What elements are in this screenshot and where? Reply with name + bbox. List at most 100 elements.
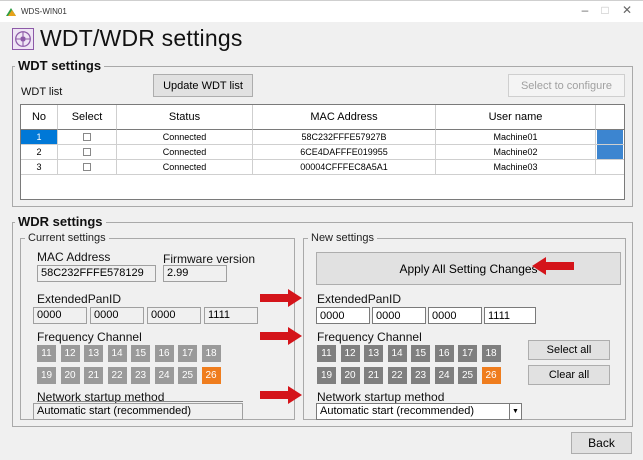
current-channel-14: 14 <box>107 345 127 362</box>
wdt-table: No Select Status MAC Address User name 1… <box>20 104 625 200</box>
current-channel-12: 12 <box>60 345 80 362</box>
col-header-status: Status <box>117 105 253 130</box>
update-wdt-list-button[interactable]: Update WDT list <box>153 74 253 97</box>
new-channel-15[interactable]: 15 <box>411 345 430 362</box>
new-startup-label: Network startup method <box>317 390 445 404</box>
current-channel-20: 20 <box>60 367 80 384</box>
clear-all-button[interactable]: Clear all <box>528 365 610 385</box>
row-user: Machine02 <box>436 145 596 160</box>
col-header-select: Select <box>58 105 117 130</box>
close-button[interactable]: ✕ <box>620 3 634 17</box>
new-channel-17[interactable]: 17 <box>458 345 477 362</box>
new-pan-input-4[interactable] <box>484 307 536 324</box>
new-channel-24[interactable]: 24 <box>434 367 454 384</box>
row-mac: 6CE4DAFFFE019955 <box>253 145 436 160</box>
row-select-checkbox[interactable] <box>83 163 91 171</box>
current-pan-field: 0000 <box>33 307 87 324</box>
current-pan-field: 0000 <box>147 307 201 324</box>
row-mac: 00004CFFFEC8A5A1 <box>253 160 436 175</box>
row-no: 3 <box>21 160 58 175</box>
col-header-action <box>596 105 624 130</box>
new-channel-20[interactable]: 20 <box>340 367 360 384</box>
col-header-mac: MAC Address <box>253 105 436 130</box>
new-channel-25[interactable]: 25 <box>458 367 477 384</box>
arrow-right-icon <box>260 386 302 404</box>
current-channel-16: 16 <box>154 345 174 362</box>
current-channel-15: 15 <box>131 345 150 362</box>
row-user: Machine03 <box>436 160 596 175</box>
new-pan-label: ExtendedPanID <box>317 292 402 306</box>
new-channel-18[interactable]: 18 <box>481 345 501 362</box>
arrow-left-icon <box>532 257 574 275</box>
back-button[interactable]: Back <box>571 432 632 454</box>
new-channel-16[interactable]: 16 <box>434 345 454 362</box>
row-select-checkbox[interactable] <box>83 133 91 141</box>
new-pan-input-3[interactable] <box>428 307 482 324</box>
new-pan-input-1[interactable] <box>316 307 370 324</box>
current-channel-23: 23 <box>131 367 150 384</box>
current-startup-value: Automatic start (recommended) <box>33 403 243 420</box>
maximize-button[interactable]: □ <box>598 3 612 17</box>
current-channel-26: 26 <box>201 367 221 384</box>
current-channel-21: 21 <box>84 367 103 384</box>
title-bar: WDS-WIN01 – □ ✕ <box>0 0 643 22</box>
row-action-cell <box>596 130 624 145</box>
current-channel-11: 11 <box>37 345 56 362</box>
current-channel-22: 22 <box>107 367 127 384</box>
row-action-button[interactable] <box>597 130 623 144</box>
new-channel-11[interactable]: 11 <box>317 345 336 362</box>
current-channel-19: 19 <box>37 367 56 384</box>
current-settings-label: Current settings <box>25 232 109 244</box>
row-action-cell <box>596 160 624 175</box>
table-row[interactable]: 3 Connected 00004CFFFEC8A5A1 Machine03 <box>21 160 624 175</box>
startup-method-select[interactable]: Automatic start (recommended) <box>316 403 522 420</box>
new-freq-label: Frequency Channel <box>317 330 422 344</box>
new-channel-13[interactable]: 13 <box>364 345 383 362</box>
row-select-cell <box>58 145 117 160</box>
row-select-cell <box>58 130 117 145</box>
current-mac-value: 58C232FFFE578129 <box>37 265 156 282</box>
current-pan-field: 1111 <box>204 307 258 324</box>
current-freq-label: Frequency Channel <box>37 330 142 344</box>
minimize-button[interactable]: – <box>578 3 592 17</box>
current-channel-24: 24 <box>154 367 174 384</box>
table-row[interactable]: 2 Connected 6CE4DAFFFE019955 Machine02 <box>21 145 624 160</box>
wdr-settings-label: WDR settings <box>15 214 106 229</box>
col-header-user: User name <box>436 105 596 130</box>
select-all-button[interactable]: Select all <box>528 340 610 360</box>
chevron-down-icon[interactable]: ▼ <box>509 404 521 419</box>
new-pan-input-2[interactable] <box>372 307 426 324</box>
window-title: WDS-WIN01 <box>21 7 67 16</box>
current-fw-label: Firmware version <box>163 252 256 266</box>
wdt-settings-label: WDT settings <box>15 58 105 73</box>
new-channel-12[interactable]: 12 <box>340 345 360 362</box>
current-channel-18: 18 <box>201 345 221 362</box>
new-channel-23[interactable]: 23 <box>411 367 430 384</box>
row-select-checkbox[interactable] <box>83 148 91 156</box>
row-status: Connected <box>117 160 253 175</box>
table-row[interactable]: 1 Connected 58C232FFFE57927B Machine01 <box>21 130 624 145</box>
new-channel-19[interactable]: 19 <box>317 367 336 384</box>
app-icon <box>6 8 16 16</box>
startup-method-value: Automatic start (recommended) <box>320 405 475 417</box>
new-channel-26[interactable]: 26 <box>481 367 501 384</box>
row-user: Machine01 <box>436 130 596 145</box>
row-status: Connected <box>117 145 253 160</box>
current-channel-13: 13 <box>84 345 103 362</box>
new-channel-14[interactable]: 14 <box>387 345 407 362</box>
col-header-no: No <box>21 105 58 130</box>
current-fw-value: 2.99 <box>163 265 227 282</box>
arrow-right-icon <box>260 289 302 307</box>
current-pan-label: ExtendedPanID <box>37 292 122 306</box>
current-pan-field: 0000 <box>90 307 144 324</box>
arrow-right-icon <box>260 327 302 345</box>
current-mac-label: MAC Address <box>37 250 111 264</box>
new-channel-21[interactable]: 21 <box>364 367 383 384</box>
select-to-configure-button[interactable]: Select to configure <box>508 74 625 97</box>
row-action-button[interactable] <box>597 145 623 159</box>
wdt-list-label: WDT list <box>21 86 63 98</box>
row-status: Connected <box>117 130 253 145</box>
new-channel-22[interactable]: 22 <box>387 367 407 384</box>
row-no: 2 <box>21 145 58 160</box>
current-channel-25: 25 <box>178 367 197 384</box>
